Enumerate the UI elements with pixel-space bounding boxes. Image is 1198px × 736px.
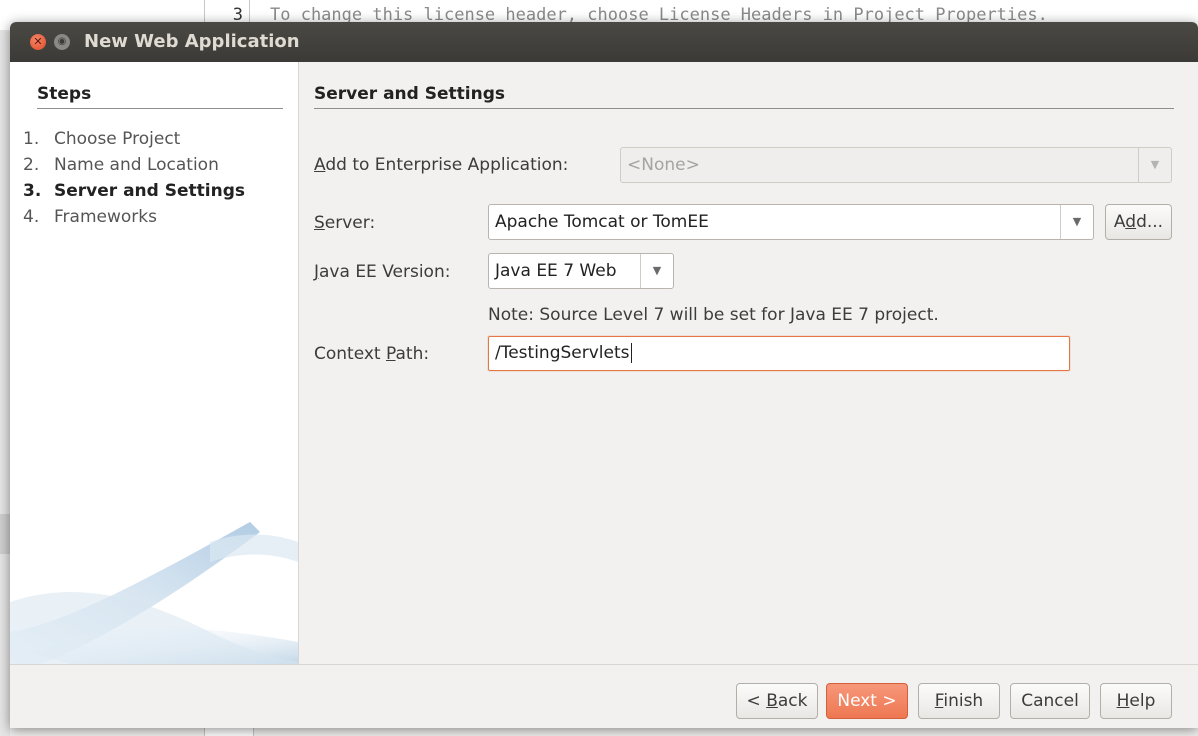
dialog-footer: < Back Next > Finish Cancel Help [10,665,1198,728]
chevron-down-icon: ▼ [640,254,673,288]
help-button[interactable]: Help [1100,683,1172,719]
steps-panel: Steps 1. Choose Project 2. Name and Locati… [10,62,298,664]
dialog-titlebar[interactable]: ✕ ◉ New Web Application [10,22,1198,62]
enterprise-app-label: Add to Enterprise Application: [314,155,569,175]
server-label: Server: [314,213,376,233]
context-path-label: Context Path: [314,344,430,364]
chevron-down-icon: ▼ [1060,205,1093,239]
steps-list: 1. Choose Project 2. Name and Location 3. S… [23,126,245,230]
add-server-button[interactable]: Add... [1105,204,1172,240]
enterprise-app-select[interactable]: <None> ▼ [620,147,1172,183]
steps-heading: Steps [37,84,283,109]
server-select[interactable]: Apache Tomcat or TomEE ▼ [488,204,1094,240]
source-level-note: Note: Source Level 7 will be set for Jav… [488,305,939,325]
step-item-choose-project: 1. Choose Project [23,129,181,149]
minimize-icon[interactable]: ◉ [54,34,70,50]
context-path-input[interactable]: /TestingServlets [488,336,1070,371]
background-ide-edge [0,30,10,736]
javaee-version-label: Java EE Version: [314,262,451,282]
back-button[interactable]: < Back [736,683,818,719]
panel-title: Server and Settings [314,84,1174,109]
dialog-title: New Web Application [84,31,300,52]
step-item-server-and-settings: 3. Server and Settings [23,181,245,201]
next-button[interactable]: Next > [826,683,908,719]
finish-button[interactable]: Finish [918,683,1000,719]
new-web-application-dialog: ✕ ◉ New Web Application Steps 1. Choose P… [10,22,1198,728]
server-settings-panel: Server and Settings Add to Enterprise Ap… [299,62,1198,664]
text-caret [630,343,632,363]
step-item-name-and-location: 2. Name and Location [23,155,219,175]
background-ide-divider [0,514,10,554]
cancel-button[interactable]: Cancel [1010,683,1090,719]
decorative-swoosh-graphic [10,522,298,664]
step-item-frameworks: 4. Frameworks [23,207,157,227]
close-icon[interactable]: ✕ [30,34,46,50]
chevron-down-icon: ▼ [1138,148,1171,182]
javaee-version-select[interactable]: Java EE 7 Web ▼ [488,253,674,289]
